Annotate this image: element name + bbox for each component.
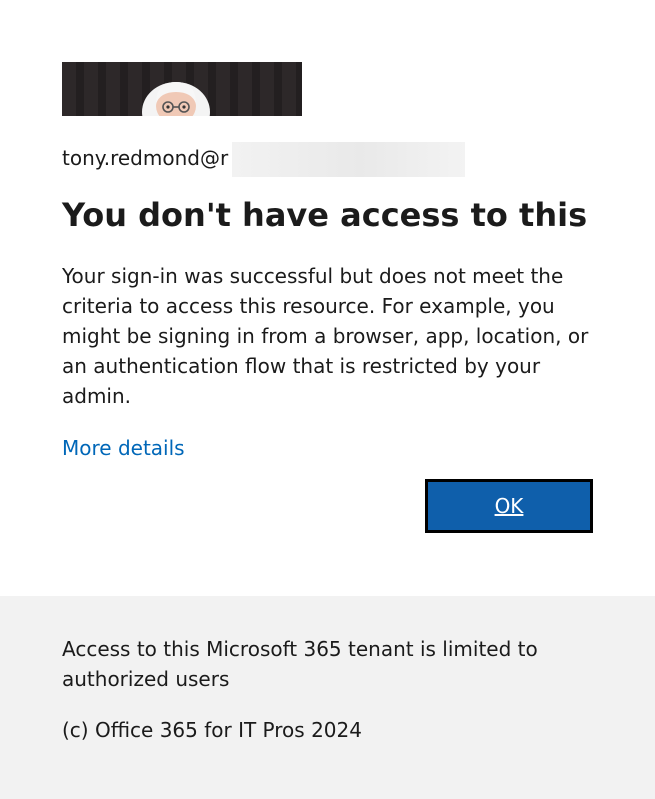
redacted-account-domain — [232, 142, 465, 177]
account-username: tony.redmond@r — [62, 146, 229, 170]
error-description: Your sign-in was successful but does not… — [62, 264, 589, 408]
more-details-link[interactable]: More details — [62, 436, 185, 460]
tenant-access-notice: Access to this Microsoft 365 tenant is l… — [62, 637, 538, 691]
tenant-banner-logo — [62, 62, 302, 116]
ok-button[interactable]: OK — [425, 479, 593, 533]
sign-in-error-page: tony.redmond@r You don't have access to … — [0, 0, 655, 799]
footer: Access to this Microsoft 365 tenant is l… — [0, 596, 655, 799]
page-title: You don't have access to this — [62, 196, 588, 234]
sign-in-panel: tony.redmond@r You don't have access to … — [0, 0, 655, 596]
user-avatar-icon — [142, 82, 210, 116]
copyright-text: (c) Office 365 for IT Pros 2024 — [62, 718, 362, 742]
